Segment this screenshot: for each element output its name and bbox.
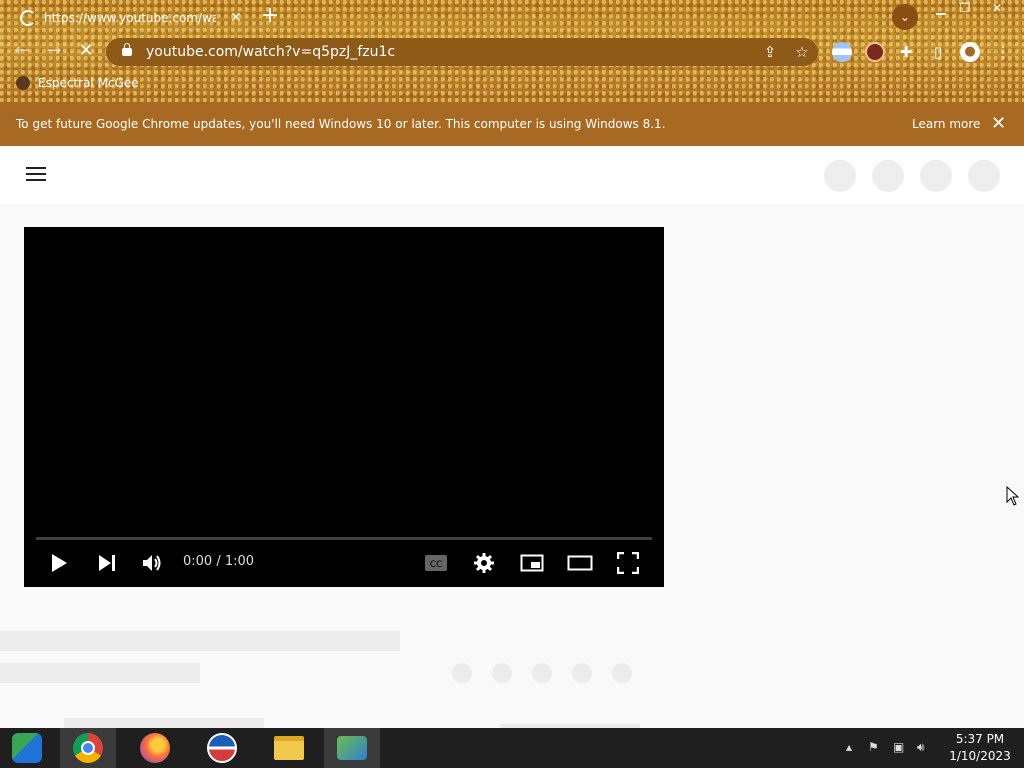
infobar-close-icon[interactable]: ✕ <box>991 113 1006 134</box>
lock-icon[interactable] <box>122 43 132 56</box>
bookmark-star-icon[interactable]: ☆ <box>792 43 812 61</box>
system-clock[interactable]: 5:37 PM 1/10/2023 <box>944 731 1016 765</box>
comment-placeholder <box>64 718 264 728</box>
taskbar-chrome[interactable] <box>60 728 116 768</box>
title-placeholder <box>0 631 400 651</box>
menu-kebab-icon[interactable]: ⋮ <box>993 43 1013 61</box>
fullscreen-icon[interactable] <box>614 549 642 577</box>
miniplayer-icon[interactable] <box>518 549 546 577</box>
time-display: 0:00 / 1:00 <box>183 554 255 569</box>
start-button[interactable] <box>0 728 54 768</box>
loading-spinner-icon <box>20 10 36 26</box>
bookmark-favicon-icon <box>16 76 30 90</box>
tab-search-button[interactable]: ⌄ <box>892 4 918 30</box>
channel-placeholder <box>0 663 200 683</box>
profile-icon[interactable]: ● <box>960 42 980 62</box>
tray-expand-icon[interactable]: ▴ <box>846 740 852 754</box>
tab-title: https://www.youtube.com/watch? <box>44 11 216 25</box>
clock-time: 5:37 PM <box>955 732 1005 746</box>
volume-icon[interactable] <box>140 549 166 577</box>
back-button[interactable]: ← <box>11 40 33 61</box>
tab-close-icon[interactable]: ✕ <box>228 10 244 26</box>
action-placeholder <box>532 663 552 683</box>
restore-button[interactable]: ❐ <box>954 0 976 18</box>
taskbar-network-app[interactable] <box>324 728 380 768</box>
progress-bar[interactable] <box>36 537 652 540</box>
taskbar-firefox[interactable] <box>127 728 183 768</box>
share-icon[interactable]: ⇪ <box>760 43 780 61</box>
bookmark-item[interactable]: Espectral McGee <box>16 76 139 90</box>
side-panel-icon[interactable]: ▯ <box>928 43 948 61</box>
bookmark-label: Espectral McGee <box>38 76 139 90</box>
campaign-logo-icon <box>207 733 237 763</box>
windows-taskbar: ▴ ⚑ ▣ 🔊︎ 5:37 PM 1/10/2023 <box>0 728 1024 768</box>
video-player[interactable]: 0:00 / 1:00 CC <box>24 227 664 587</box>
address-url[interactable]: youtube.com/watch?v=q5pzJ_fzu1c <box>146 44 395 60</box>
hamburger-menu-icon[interactable] <box>26 167 46 181</box>
minimize-button[interactable]: ▁ <box>930 0 952 18</box>
extensions-puzzle-icon[interactable]: ✚ <box>896 43 916 61</box>
extension-flag-icon[interactable] <box>832 42 852 62</box>
window-close-button[interactable]: ✕ <box>986 0 1008 18</box>
new-tab-button[interactable]: + <box>259 5 281 27</box>
network-icon[interactable]: ▣ <box>893 740 904 754</box>
header-placeholder <box>920 160 952 192</box>
update-infobar: To get future Google Chrome updates, you… <box>0 102 1024 146</box>
browser-chrome: https://www.youtube.com/watch? ✕ + ⌄ ▁ ❐… <box>0 0 1024 102</box>
folder-icon <box>274 736 304 760</box>
taskbar-file-explorer[interactable] <box>261 728 317 768</box>
mouse-cursor-icon <box>1006 486 1020 506</box>
network-app-icon <box>337 736 367 760</box>
header-placeholder <box>968 160 1000 192</box>
action-placeholder <box>612 663 632 683</box>
chrome-icon <box>73 733 103 763</box>
learn-more-link[interactable]: Learn more <box>912 117 980 131</box>
captions-icon[interactable]: CC <box>422 549 450 577</box>
header-placeholder <box>872 160 904 192</box>
stop-loading-button[interactable]: ✕ <box>75 40 97 61</box>
firefox-icon <box>140 733 170 763</box>
action-placeholder <box>452 663 472 683</box>
youtube-header <box>0 146 1024 204</box>
svg-text:CC: CC <box>430 560 443 570</box>
address-bar[interactable]: youtube.com/watch?v=q5pzJ_fzu1c <box>106 38 818 66</box>
browser-tab[interactable]: https://www.youtube.com/watch? ✕ <box>8 4 248 32</box>
forward-button[interactable]: → <box>43 40 65 61</box>
theater-mode-icon[interactable] <box>566 549 594 577</box>
settings-gear-icon[interactable] <box>470 549 498 577</box>
volume-tray-icon[interactable]: 🔊︎ <box>917 740 925 755</box>
action-placeholder <box>492 663 512 683</box>
action-center-flag-icon[interactable]: ⚑ <box>868 740 879 754</box>
infobar-message: To get future Google Chrome updates, you… <box>16 117 666 131</box>
action-placeholder <box>572 663 592 683</box>
clock-date: 1/10/2023 <box>949 749 1011 763</box>
extension-avatar-icon[interactable] <box>865 42 885 62</box>
next-icon[interactable] <box>94 549 120 577</box>
header-placeholder <box>824 160 856 192</box>
play-icon[interactable] <box>46 549 72 577</box>
start-logo-icon <box>12 733 42 763</box>
taskbar-app[interactable] <box>194 728 250 768</box>
